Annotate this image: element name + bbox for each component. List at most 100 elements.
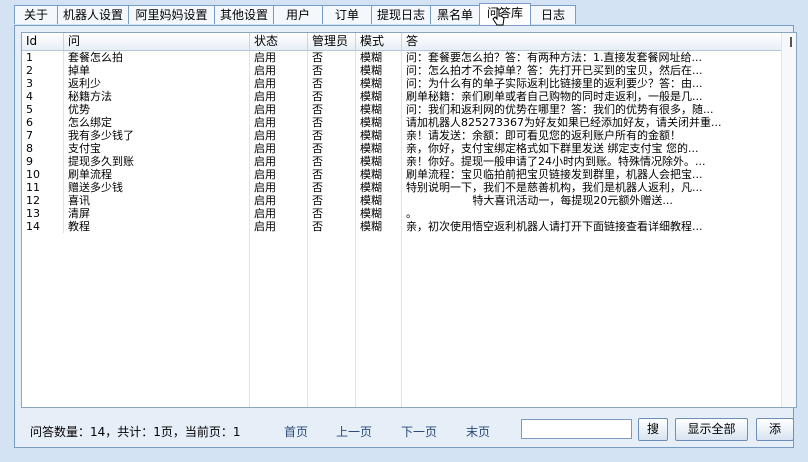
table-row[interactable]: 5 优势 启用否模糊 问：我们和返利网的优势在哪里？答：我们的优势有很多，随...: [22, 103, 782, 116]
tab-about[interactable]: 关于: [14, 5, 58, 24]
cell-status: 启用: [250, 194, 308, 207]
next-page-link[interactable]: 下一页: [401, 423, 437, 440]
table-row[interactable]: 14 教程 启用否模糊 亲，初次使用悟空返利机器人请打开下面链接查看详细教程...: [22, 220, 782, 233]
cell-answer: 问：为什么有的单子实际返利比链接里的返利要少？答：由...: [402, 77, 782, 90]
cell-question: 支付宝: [64, 142, 250, 155]
table-row[interactable]: 7 我有多少钱了 启用否模糊 亲！请发送：余额：即可看见您的返利账户所有的金额！: [22, 129, 782, 142]
cell-answer: 亲，你好，支付宝绑定格式如下群里发送 绑定支付宝 您的...: [402, 142, 782, 155]
tab-robot-settings[interactable]: 机器人设置: [57, 5, 129, 24]
cell-mode: 模糊: [356, 194, 402, 207]
tab-orders[interactable]: 订单: [322, 5, 372, 24]
col-header-question[interactable]: 问: [64, 33, 250, 50]
cell-mode: 模糊: [356, 90, 402, 103]
cell-question: 清屏: [64, 207, 250, 220]
table-row[interactable]: 1 套餐怎么拍 启用否模糊 问：套餐要怎么拍？答：有两种方法：1.直接发套餐网址给..…: [22, 51, 782, 64]
table-body: 1 套餐怎么拍 启用否模糊 问：套餐要怎么拍？答：有两种方法：1.直接发套餐网址给..…: [22, 51, 782, 233]
table-row[interactable]: 11 赠送多少钱 启用否模糊 特别说明一下，我们不是慈善机构，我们是机器人返利，凡..…: [22, 181, 782, 194]
table-row[interactable]: 4 秘籍方法 启用否模糊 刷单秘籍：亲们刷单或者自己购物的同时走返利，一般是几...: [22, 90, 782, 103]
tab-bar: 关于 机器人设置 阿里妈妈设置 其他设置 用户 订单 提现日志 黑名单 问答库 …: [0, 0, 808, 26]
cell-question: 教程: [64, 220, 250, 233]
cell-mode: 模糊: [356, 142, 402, 155]
tab-withdraw-log[interactable]: 提现日志: [371, 5, 431, 24]
table-row[interactable]: 9 提现多久到账 启用否模糊 亲！你好。提现一般申请了24小时内到账。特殊情况除外。.…: [22, 155, 782, 168]
prev-page-link[interactable]: 上一页: [336, 423, 372, 440]
cell-status: 启用: [250, 64, 308, 77]
cell-answer: 请加机器人825273367为好友如果已经添加好友，请关闭并重...: [402, 116, 782, 129]
cell-question: 我有多少钱了: [64, 129, 250, 142]
cell-mode: 模糊: [356, 181, 402, 194]
cell-status: 启用: [250, 155, 308, 168]
cell-admin: 否: [308, 181, 356, 194]
cell-answer: 特大喜讯活动一，每提现20元额外赠送...: [402, 194, 782, 207]
cell-id: 5: [22, 103, 64, 116]
cell-status: 启用: [250, 77, 308, 90]
first-page-link[interactable]: 首页: [284, 423, 308, 440]
cell-id: 4: [22, 90, 64, 103]
cell-mode: 模糊: [356, 155, 402, 168]
tab-blacklist[interactable]: 黑名单: [430, 5, 480, 24]
cell-admin: 否: [308, 220, 356, 233]
table-row[interactable]: 12 喜讯 启用否模糊 特大喜讯活动一，每提现20元额外赠送...: [22, 194, 782, 207]
col-header-mode[interactable]: 模式: [356, 33, 402, 50]
cell-status: 启用: [250, 142, 308, 155]
search-input[interactable]: [521, 419, 632, 439]
cell-question: 优势: [64, 103, 250, 116]
cell-answer: 问：我们和返利网的优势在哪里？答：我们的优势有很多，随...: [402, 103, 782, 116]
cell-status: 启用: [250, 207, 308, 220]
table-row[interactable]: 10 刷单流程 启用否模糊 刷单流程：宝贝临拍前把宝贝链接发到群里，机器人会把宝...: [22, 168, 782, 181]
tab-users[interactable]: 用户: [273, 5, 323, 24]
cell-status: 启用: [250, 90, 308, 103]
col-header-admin[interactable]: 管理员: [308, 33, 356, 50]
search-button[interactable]: 搜: [638, 418, 668, 441]
cell-id: 6: [22, 116, 64, 129]
cell-id: 1: [22, 51, 64, 64]
cell-answer: 亲！请发送：余额：即可看见您的返利账户所有的金额！: [402, 129, 782, 142]
vertical-scrollbar[interactable]: [781, 33, 796, 407]
cell-answer: 亲！你好。提现一般申请了24小时内到账。特殊情况除外。...: [402, 155, 782, 168]
cell-question: 怎么绑定: [64, 116, 250, 129]
cell-mode: 模糊: [356, 220, 402, 233]
cell-question: 套餐怎么拍: [64, 51, 250, 64]
cell-answer: 亲，初次使用悟空返利机器人请打开下面链接查看详细教程...: [402, 220, 782, 233]
cell-mode: 模糊: [356, 51, 402, 64]
col-header-id[interactable]: Id: [22, 33, 64, 50]
tab-other-settings[interactable]: 其他设置: [214, 5, 274, 24]
show-all-button[interactable]: 显示全部: [675, 418, 748, 441]
scroll-thumb[interactable]: [790, 37, 792, 47]
cell-mode: 模糊: [356, 129, 402, 142]
cell-mode: 模糊: [356, 207, 402, 220]
qa-table[interactable]: Id 问 状态 管理员 模式 答 1 套餐怎么拍 启用否模糊 问：套餐要怎么拍？答：有…: [21, 32, 797, 408]
cell-mode: 模糊: [356, 64, 402, 77]
cell-question: 秘籍方法: [64, 90, 250, 103]
table-row[interactable]: 8 支付宝 启用否模糊 亲，你好，支付宝绑定格式如下群里发送 绑定支付宝 您的...: [22, 142, 782, 155]
cell-status: 启用: [250, 168, 308, 181]
cell-question: 提现多久到账: [64, 155, 250, 168]
cell-mode: 模糊: [356, 103, 402, 116]
cell-id: 13: [22, 207, 64, 220]
cell-answer: 刷单流程：宝贝临拍前把宝贝链接发到群里，机器人会把宝...: [402, 168, 782, 181]
cell-admin: 否: [308, 129, 356, 142]
tab-log[interactable]: 日志: [530, 5, 576, 24]
cell-admin: 否: [308, 64, 356, 77]
last-page-link[interactable]: 末页: [466, 423, 490, 440]
tab-alimama-settings[interactable]: 阿里妈妈设置: [128, 5, 215, 24]
table-row[interactable]: 2 掉单 启用否模糊 问：怎么拍才不会掉单？答：先打开已买到的宝贝，然后在...: [22, 64, 782, 77]
table-row[interactable]: 3 返利少 启用否模糊 问：为什么有的单子实际返利比链接里的返利要少？答：由...: [22, 77, 782, 90]
mouse-cursor-icon: [492, 8, 505, 26]
cell-status: 启用: [250, 103, 308, 116]
cell-id: 7: [22, 129, 64, 142]
cell-mode: 模糊: [356, 77, 402, 90]
cell-id: 12: [22, 194, 64, 207]
cell-answer: 特别说明一下，我们不是慈善机构，我们是机器人返利，凡...: [402, 181, 782, 194]
cell-answer: 问：套餐要怎么拍？答：有两种方法：1.直接发套餐网址给...: [402, 51, 782, 64]
cell-id: 14: [22, 220, 64, 233]
table-row[interactable]: 13 清屏 启用否模糊。: [22, 207, 782, 220]
cell-answer: 刷单秘籍：亲们刷单或者自己购物的同时走返利，一般是几...: [402, 90, 782, 103]
col-header-status[interactable]: 状态: [250, 33, 308, 50]
cell-answer: 。: [402, 207, 782, 220]
col-header-answer[interactable]: 答: [402, 33, 782, 50]
add-button[interactable]: 添: [756, 418, 794, 441]
table-row[interactable]: 6 怎么绑定 启用否模糊 请加机器人825273367为好友如果已经添加好友，请关闭并…: [22, 116, 782, 129]
cell-status: 启用: [250, 129, 308, 142]
cell-admin: 否: [308, 116, 356, 129]
